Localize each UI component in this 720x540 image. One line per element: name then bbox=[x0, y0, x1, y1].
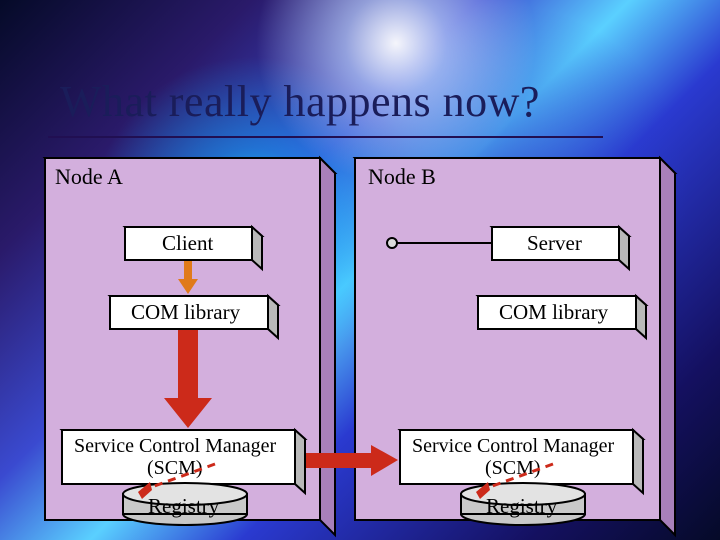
com-library-b-label: COM library bbox=[499, 300, 609, 324]
scm-b-line1: Service Control Manager bbox=[412, 435, 614, 457]
scm-a-line2: (SCM) bbox=[147, 457, 203, 479]
node-b-label: Node B bbox=[368, 164, 436, 189]
registry-a-label: Registry bbox=[148, 494, 220, 518]
node-a-label: Node A bbox=[55, 164, 123, 189]
client-label: Client bbox=[162, 231, 213, 255]
diagram-canvas: Node A Node B Client COM library Service… bbox=[0, 0, 720, 540]
registry-b-label: Registry bbox=[486, 494, 558, 518]
scm-b-line2: (SCM) bbox=[485, 457, 541, 479]
scm-a-line1: Service Control Manager bbox=[74, 435, 276, 457]
com-library-a-label: COM library bbox=[131, 300, 241, 324]
server-label: Server bbox=[527, 231, 582, 255]
